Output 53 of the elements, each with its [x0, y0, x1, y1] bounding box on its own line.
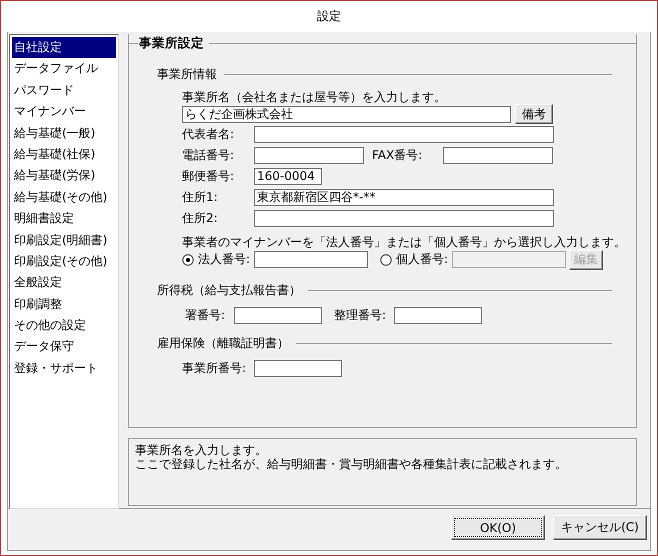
input-field[interactable] [254, 147, 364, 164]
radio-icon[interactable] [182, 254, 194, 266]
sidebar-item[interactable]: 給与基礎(一般) [12, 122, 116, 144]
input-field[interactable] [394, 307, 482, 324]
radio-button[interactable]: 個人番号: [380, 251, 452, 268]
sidebar-item[interactable]: その他の設定 [12, 315, 116, 336]
instruction-text: 事業者のマイナンバーを「法人番号」または「個人番号」から選択し入力します。 [182, 235, 627, 249]
sidebar-item[interactable]: マイナンバー [12, 101, 116, 123]
field-label: 住所2: [182, 210, 219, 227]
sidebar-item[interactable]: 自社設定 [12, 37, 116, 58]
ok-button[interactable]: OK(O) [451, 515, 545, 540]
input-field[interactable] [443, 147, 553, 164]
input-field[interactable]: 160-0004 [254, 168, 322, 185]
radio-icon[interactable] [380, 254, 392, 266]
field-label: 事業所番号: [182, 360, 248, 377]
field-label: 整理番号: [334, 307, 388, 324]
sidebar-item[interactable]: 印刷設定(その他) [12, 250, 116, 272]
description-text: ここで登録した社名が、給与明細書・賞与明細書や各種集計表に記載されます。 [135, 457, 567, 471]
cancel-button[interactable]: キャンセル(C) [553, 515, 647, 540]
input-field[interactable] [234, 307, 322, 324]
field-label: FAX番号: [372, 147, 424, 164]
description-text: 事業所名を入力します。 [135, 443, 267, 457]
input-field[interactable] [254, 251, 368, 268]
sidebar-item[interactable]: 印刷設定(明細書) [12, 230, 116, 251]
field-label: 住所1: [182, 189, 219, 206]
field-label: 電話番号: [182, 147, 236, 164]
sidebar-item[interactable]: 印刷調整 [12, 294, 116, 316]
sidebar-item[interactable]: データ保守 [12, 336, 116, 358]
section-heading: 所得税（給与支払報告書） [157, 282, 302, 299]
input-field[interactable]: 東京都新宿区四谷*-** [254, 189, 554, 206]
input-field[interactable]: らくだ企画株式会社 [182, 106, 511, 122]
sidebar-item[interactable]: パスワード [12, 80, 116, 102]
sidebar-item[interactable]: 給与基礎(労保) [12, 165, 116, 187]
note-button[interactable]: 備考 [515, 104, 553, 124]
section-heading: 事業所情報 [157, 66, 218, 83]
section-heading: 雇用保険（離職証明書） [157, 335, 290, 352]
field-label: 代表者名: [182, 126, 236, 143]
sidebar-item[interactable]: 給与基礎(その他) [12, 186, 116, 208]
sidebar-item[interactable]: 登録・サポート [12, 358, 116, 380]
sidebar-item[interactable]: 明細書設定 [12, 208, 116, 230]
radio-button[interactable]: 法人番号: [182, 251, 254, 268]
instruction-text: 事業所名（会社名または屋号等）を入力します。 [182, 90, 447, 104]
input-field[interactable] [254, 210, 554, 227]
field-label: 郵便番号: [182, 168, 236, 185]
sidebar-item[interactable]: 給与基礎(社保) [12, 144, 116, 166]
field-label: 署番号: [185, 307, 226, 324]
input-field[interactable] [254, 126, 554, 143]
input-field[interactable] [254, 360, 342, 377]
sidebar-item[interactable]: 全般設定 [12, 272, 116, 294]
group-title: 事業所設定 [138, 34, 205, 52]
sidebar-item[interactable]: データファイル [12, 58, 116, 80]
input-field[interactable] [452, 251, 566, 268]
window-title: 設定 [317, 8, 341, 25]
